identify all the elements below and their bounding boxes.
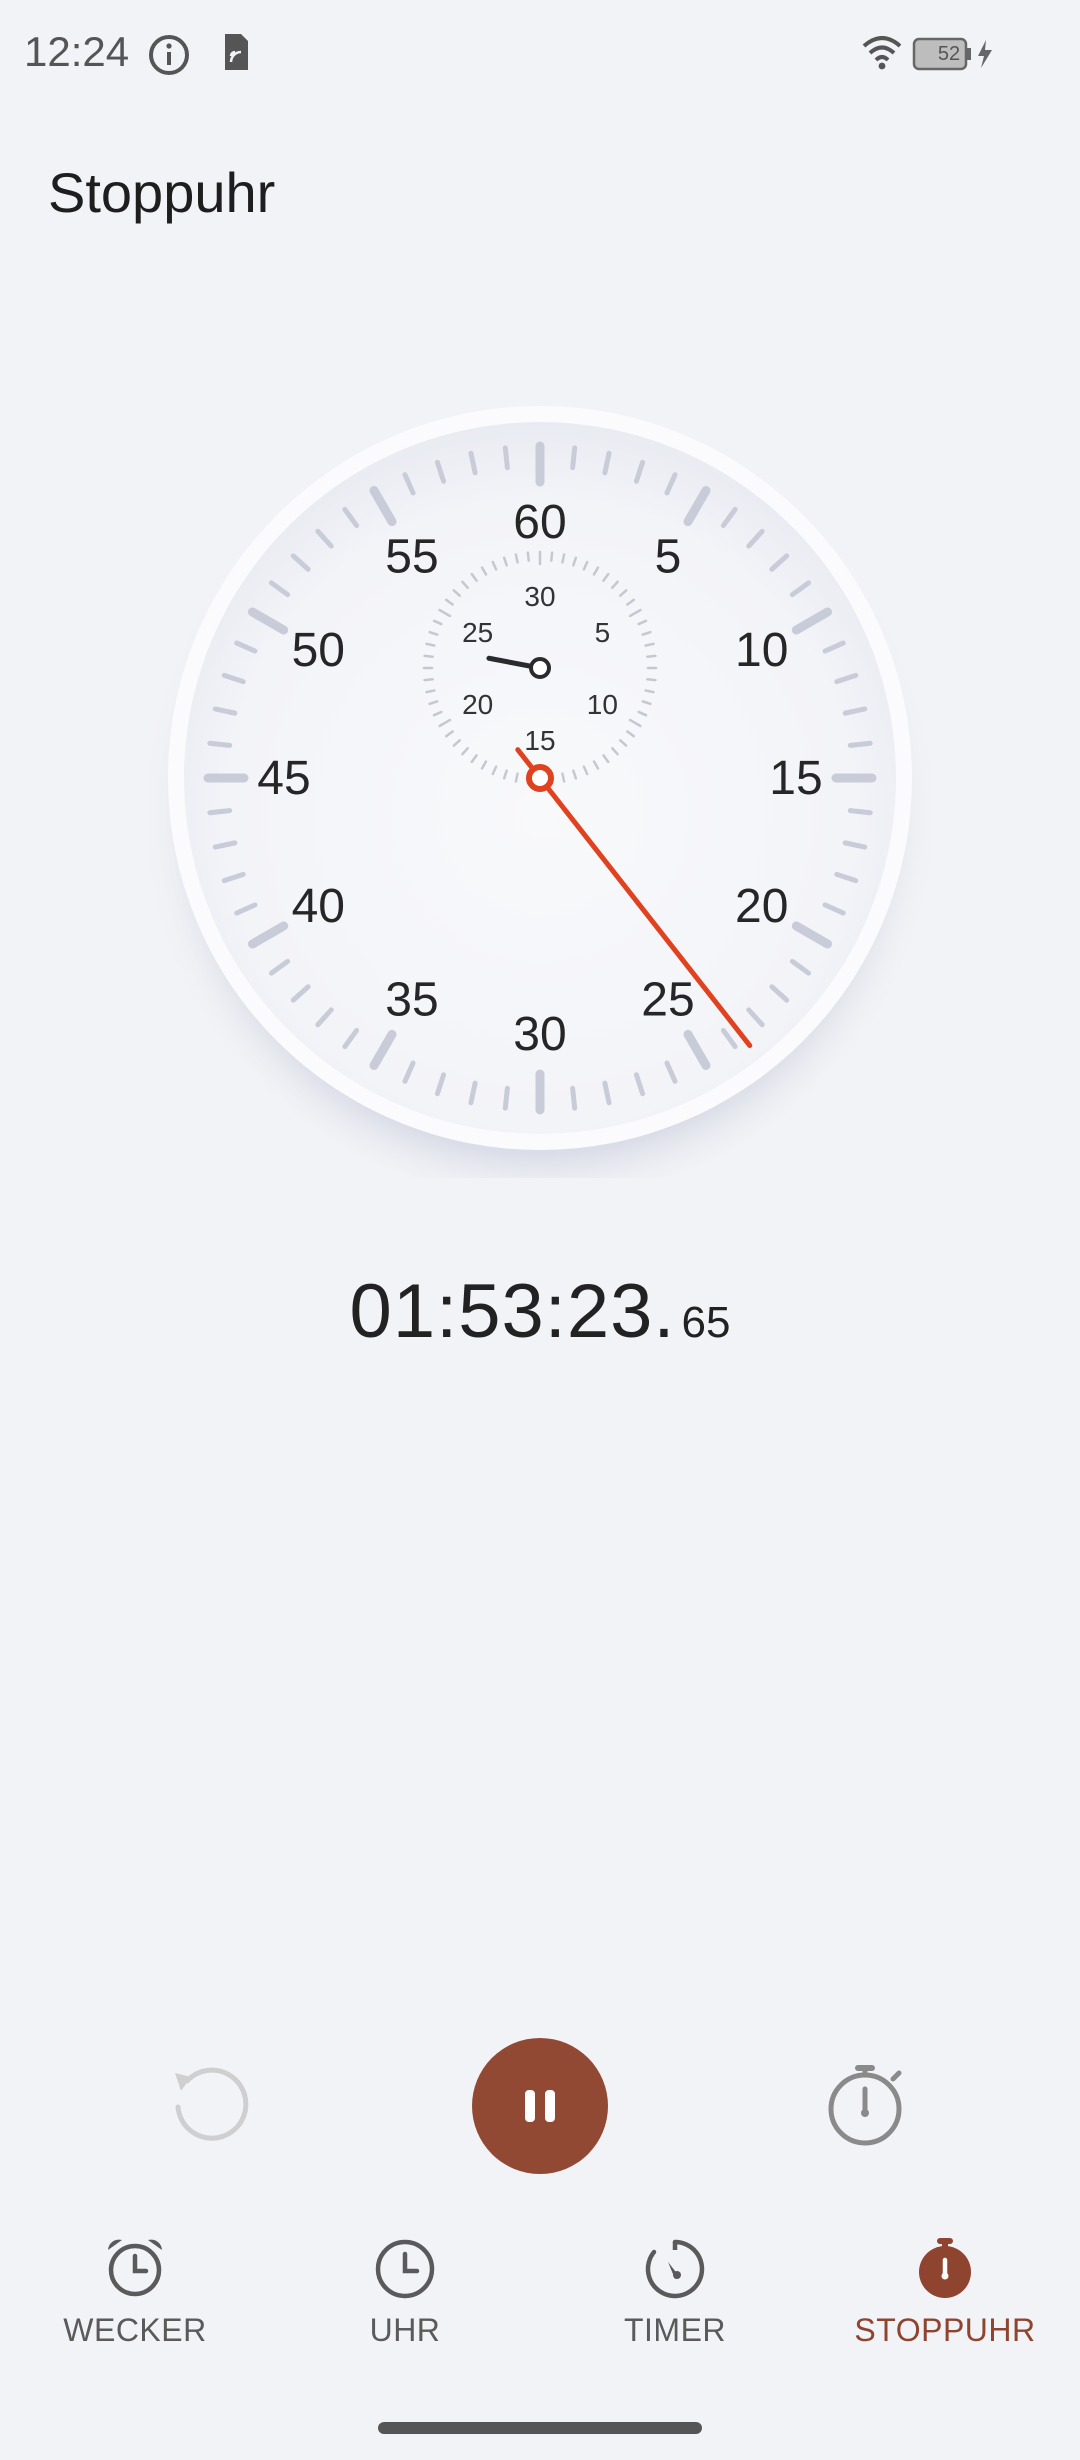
subdial-tick [644, 642, 655, 647]
status-bar: 12:24 52 [0, 0, 1080, 110]
dial-tick [207, 740, 233, 748]
tab-label: UHR [369, 2312, 441, 2348]
timer-icon [642, 2230, 708, 2300]
subdial-tick [423, 678, 434, 682]
tab-label: TIMER [623, 2312, 727, 2348]
tab-timer[interactable]: TIMER [540, 2230, 810, 2370]
pause-button[interactable] [472, 2038, 608, 2174]
clock-icon [372, 2230, 438, 2300]
subdial-label: 15 [524, 725, 555, 756]
info-icon [146, 32, 192, 83]
subdial-tick [425, 689, 436, 694]
elapsed-time: 01:53:23. 65 [0, 1268, 1080, 1355]
elapsed-time-centiseconds: 65 [681, 1298, 731, 1347]
tab-wecker[interactable]: WECKER [0, 2230, 270, 2370]
stopwatch-dial: 60 5 10 15 20 25 30 35 40 45 50 55 30 5 10 15 20 25 [140, 378, 940, 1178]
dial-label: 15 [769, 752, 822, 805]
dial-tick [847, 740, 873, 748]
lap-button[interactable] [816, 2054, 916, 2154]
dial-tick [570, 1085, 578, 1111]
subdial-tick [561, 553, 566, 564]
dial-label: 40 [292, 880, 345, 933]
dial-label: 25 [641, 974, 694, 1027]
stopwatch-lap-icon [828, 2065, 902, 2146]
pause-icon [525, 2090, 555, 2122]
subdial-tick [514, 772, 519, 783]
dial-label: 45 [257, 752, 310, 805]
reset-icon [175, 2067, 249, 2141]
tab-label: WECKER [63, 2312, 207, 2348]
stopwatch-icon [912, 2230, 978, 2300]
alarm-clock-icon [102, 2230, 168, 2300]
elapsed-time-main: 01:53:23. [349, 1269, 676, 1354]
dial-label: 60 [513, 496, 566, 549]
subdial-pivot [529, 657, 551, 679]
bottom-navigation: WECKER UHR TIMER STOPPUHR [0, 2230, 1080, 2370]
dial-tick [207, 808, 233, 816]
status-time: 12:24 [24, 28, 130, 75]
dial-label: 10 [735, 624, 788, 677]
reset-button[interactable] [160, 2054, 260, 2154]
page-title: Stoppuhr [48, 161, 276, 224]
subdial-tick [561, 772, 566, 783]
subdial-tick [646, 654, 657, 658]
dial-label: 55 [385, 530, 438, 583]
tab-uhr[interactable]: UHR [270, 2230, 540, 2370]
tab-label: STOPPUHR [854, 2312, 1036, 2348]
dial-label: 35 [385, 974, 438, 1027]
subdial-label: 25 [462, 617, 493, 648]
dial-tick [847, 808, 873, 816]
battery-level-text: 52 [937, 43, 961, 65]
dial-label: 20 [735, 880, 788, 933]
dial-tick [502, 1085, 510, 1111]
dial-label: 30 [513, 1008, 566, 1061]
second-hand-pivot [526, 764, 554, 792]
subdial-tick [526, 551, 530, 562]
subdial-tick [644, 689, 655, 694]
subdial-label: 30 [524, 581, 555, 612]
subdial-tick [550, 551, 554, 562]
home-indicator[interactable] [378, 2422, 702, 2434]
subdial-tick [646, 678, 657, 682]
subdial-label: 10 [587, 689, 618, 720]
dial-tick [570, 445, 578, 471]
dial-tick [502, 445, 510, 471]
subdial-label: 5 [595, 617, 611, 648]
tab-stoppuhr[interactable]: STOPPUHR [810, 2230, 1080, 2370]
dial-label: 5 [655, 530, 682, 583]
wifi-icon [862, 36, 902, 75]
subdial-tick [425, 642, 436, 647]
subdial-tick [423, 654, 434, 658]
subdial-label: 20 [462, 689, 493, 720]
subdial-tick [514, 553, 519, 564]
dial-label: 50 [292, 624, 345, 677]
sim-card-icon [222, 32, 250, 77]
